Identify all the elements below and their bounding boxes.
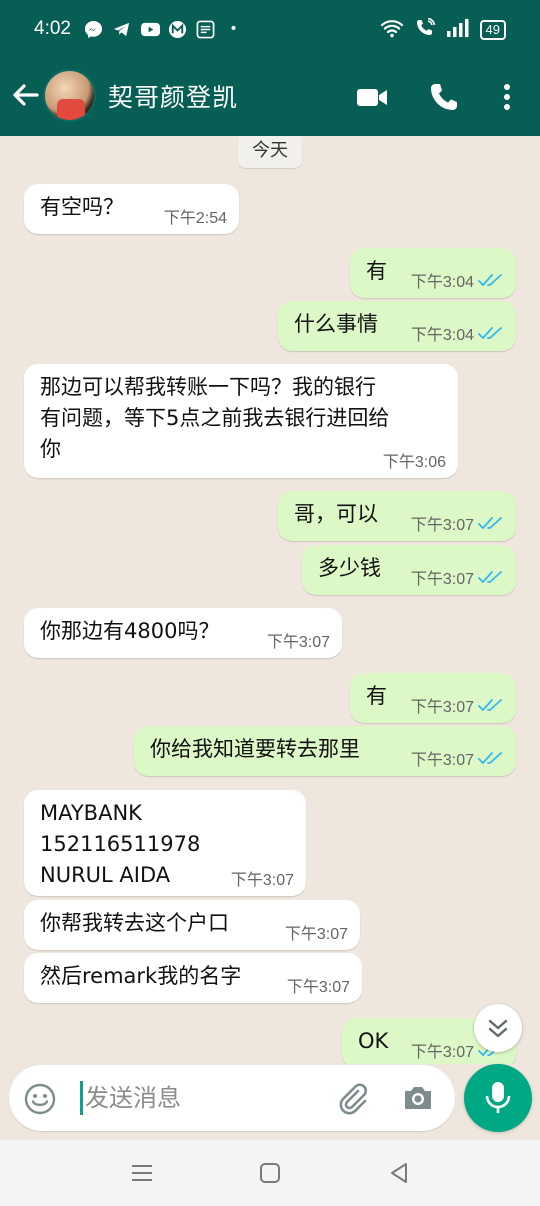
message-meta: 下午3:04 bbox=[411, 326, 504, 345]
message-time: 下午3:07 bbox=[410, 516, 474, 534]
message-time: 下午3:04 bbox=[410, 273, 474, 291]
message-meta: 下午3:07 bbox=[411, 570, 504, 589]
message-text: 有 bbox=[366, 684, 387, 708]
message-meta: 下午3:07 bbox=[267, 634, 330, 652]
message-composer bbox=[9, 1065, 455, 1131]
incoming-message[interactable]: 有空吗？ 下午2:54 bbox=[24, 184, 239, 234]
date-chip: 今天 bbox=[238, 136, 302, 168]
message-time: 下午3:07 bbox=[410, 570, 474, 588]
video-call-icon[interactable] bbox=[355, 80, 389, 114]
message-meta: 下午3:07 bbox=[231, 872, 294, 890]
message-time: 下午3:07 bbox=[284, 926, 348, 943]
notification-icons: • bbox=[84, 20, 243, 39]
messenger-icon bbox=[84, 20, 103, 39]
message-text: 有空吗？ bbox=[40, 195, 124, 219]
outgoing-message[interactable]: 哥，可以下午3:07 bbox=[278, 491, 516, 541]
read-ticks-icon bbox=[478, 698, 504, 717]
message-meta: 下午3:07 bbox=[411, 751, 504, 770]
status-time: 4:02 bbox=[34, 18, 71, 39]
message-text: 多少钱 bbox=[318, 556, 381, 580]
message-input[interactable] bbox=[85, 1079, 325, 1117]
message-time: 下午3:07 bbox=[266, 634, 330, 651]
chat-header: 契哥颜登凯 bbox=[0, 58, 540, 136]
status-dot: • bbox=[229, 21, 238, 37]
news-app-icon bbox=[196, 20, 215, 39]
avatar[interactable] bbox=[43, 69, 96, 122]
message-text: 那边可以帮我转账一下吗？我的银行 有问题，等下5点之前我去银行进回给 你 bbox=[40, 375, 390, 461]
system-nav-bar bbox=[0, 1140, 540, 1206]
wifi-calling-icon bbox=[414, 17, 436, 42]
message-meta: 下午3:04 bbox=[411, 273, 504, 292]
outgoing-message[interactable]: 有下午3:07 bbox=[350, 673, 516, 723]
status-bar: 4:02 • 49 bbox=[0, 0, 540, 58]
message-time: 下午3:07 bbox=[410, 698, 474, 716]
message-meta: 下午3:07 bbox=[411, 698, 504, 717]
message-meta: 下午3:06 bbox=[383, 454, 446, 472]
incoming-message[interactable]: 你帮我转去这个户口下午3:07 bbox=[24, 900, 360, 950]
read-ticks-icon bbox=[478, 273, 504, 292]
microphone-icon bbox=[485, 1082, 511, 1113]
message-time: 下午3:07 bbox=[410, 1043, 474, 1061]
message-time: 下午3:07 bbox=[410, 751, 474, 769]
message-meta: 下午3:07 bbox=[287, 979, 350, 997]
message-time: 下午2:54 bbox=[163, 210, 227, 227]
read-ticks-icon bbox=[478, 751, 504, 770]
camera-icon[interactable] bbox=[400, 1080, 436, 1116]
message-time: 下午3:06 bbox=[382, 454, 446, 471]
telegram-icon bbox=[112, 20, 131, 39]
message-text: MAYBANK 152116511978 NURUL AIDA bbox=[40, 801, 201, 887]
message-meta: 下午3:07 bbox=[411, 516, 504, 535]
m-app-icon bbox=[168, 20, 187, 39]
youtube-icon bbox=[140, 20, 160, 39]
status-right: 49 bbox=[380, 17, 506, 42]
attach-icon[interactable] bbox=[334, 1080, 370, 1116]
incoming-message[interactable]: MAYBANK 152116511978 NURUL AIDA 下午3:07 bbox=[24, 790, 306, 896]
back-arrow-icon[interactable] bbox=[10, 80, 40, 110]
message-text: 什么事情 bbox=[294, 312, 378, 336]
scroll-to-bottom-button[interactable] bbox=[474, 1004, 522, 1052]
recent-apps-icon[interactable] bbox=[129, 1160, 155, 1186]
message-text: 你那边有4800吗？ bbox=[40, 619, 220, 643]
wifi-icon bbox=[380, 18, 404, 42]
chat-area[interactable]: 今天 有空吗？ 下午2:54 有下午3:04 什么事情 下午3:04 那边可以帮我转账一下… bbox=[0, 136, 540, 1064]
voice-message-button[interactable] bbox=[464, 1064, 532, 1132]
message-time: 下午3:07 bbox=[286, 979, 350, 996]
message-time: 下午3:07 bbox=[230, 872, 294, 889]
more-options-icon[interactable] bbox=[490, 80, 524, 114]
double-chevron-down-icon bbox=[488, 1019, 508, 1038]
message-meta: 下午2:54 bbox=[164, 210, 227, 228]
outgoing-message[interactable]: 什么事情下午3:04 bbox=[278, 301, 516, 351]
outgoing-message[interactable]: 你给我知道要转去那里下午3:07 bbox=[134, 726, 516, 776]
message-text: OK bbox=[358, 1029, 389, 1053]
message-text: 然后remark我的名字 bbox=[40, 964, 242, 988]
voice-call-icon[interactable] bbox=[427, 80, 461, 114]
message-time: 下午3:04 bbox=[410, 326, 474, 344]
message-text: 你给我知道要转去那里 bbox=[150, 737, 360, 761]
read-ticks-icon bbox=[478, 516, 504, 535]
incoming-message[interactable]: 你那边有4800吗？ 下午3:07 bbox=[24, 608, 342, 658]
battery-indicator: 49 bbox=[479, 20, 506, 40]
signal-icon bbox=[446, 18, 470, 42]
back-nav-icon[interactable] bbox=[386, 1160, 412, 1186]
incoming-message[interactable]: 那边可以帮我转账一下吗？我的银行 有问题，等下5点之前我去银行进回给 你下午3:… bbox=[24, 364, 458, 478]
message-text: 哥，可以 bbox=[294, 502, 378, 526]
emoji-icon[interactable] bbox=[23, 1082, 57, 1116]
contact-name[interactable]: 契哥颜登凯 bbox=[108, 78, 238, 114]
read-ticks-icon bbox=[478, 570, 504, 589]
message-text: 有 bbox=[366, 259, 387, 283]
home-icon[interactable] bbox=[257, 1160, 283, 1186]
read-ticks-icon bbox=[478, 326, 504, 345]
message-text: 你帮我转去这个户口 bbox=[40, 911, 229, 935]
text-cursor bbox=[80, 1081, 83, 1115]
outgoing-message[interactable]: 多少钱下午3:07 bbox=[302, 545, 516, 595]
incoming-message[interactable]: 然后remark我的名字下午3:07 bbox=[24, 953, 362, 1003]
message-meta: 下午3:07 bbox=[285, 926, 348, 944]
outgoing-message[interactable]: 有下午3:04 bbox=[350, 248, 516, 298]
